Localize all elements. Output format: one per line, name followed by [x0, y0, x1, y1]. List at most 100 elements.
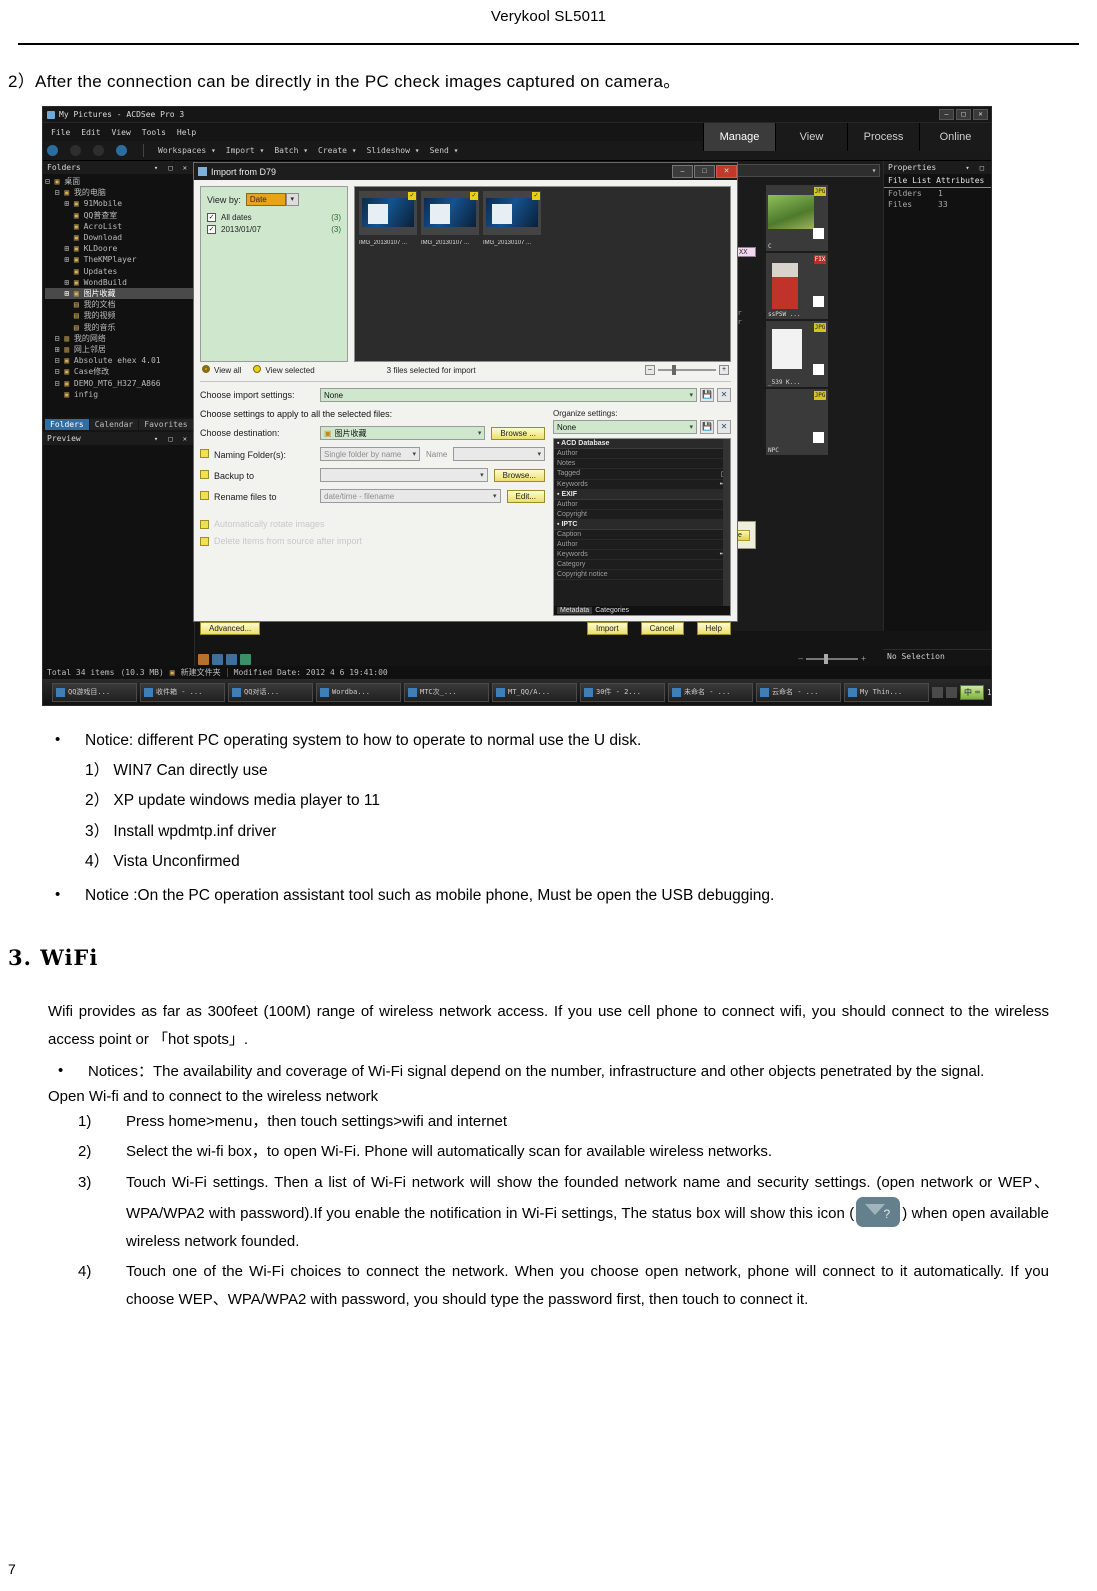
radio-icon[interactable] — [253, 365, 262, 373]
panel-tab-folders[interactable]: Folders — [45, 418, 89, 430]
menu-tools[interactable]: Tools — [142, 128, 166, 137]
tree-item[interactable]: ▤ 我的音乐 — [45, 322, 194, 333]
filter-all-dates[interactable]: ✓ All dates (3) — [207, 213, 341, 222]
tree-item[interactable]: ▣ Updates — [45, 266, 194, 277]
menu-view[interactable]: View — [112, 128, 131, 137]
tree-item[interactable]: ⊞ ▣ TheKMPlayer — [45, 254, 194, 265]
folders-panel-tabs[interactable]: Folders Calendar Favorites — [43, 417, 194, 431]
thumbnail-item[interactable]: JPG NPC — [766, 389, 828, 455]
rename-select[interactable]: date/time - filename ▾ — [320, 489, 501, 503]
metadata-group[interactable]: EXIF — [554, 490, 730, 500]
scrollbar[interactable] — [723, 439, 730, 615]
menu-help[interactable]: Help — [177, 128, 196, 137]
zoom-in-button[interactable]: + — [719, 365, 729, 375]
tree-item[interactable]: ⊞ ▥ 网上邻居 — [45, 344, 194, 355]
thumbnail-view-icon[interactable] — [198, 654, 209, 665]
thumbnail-item[interactable]: JPG _539 K... — [766, 321, 828, 387]
panel-controls-icon[interactable]: ▾ □ — [965, 164, 987, 172]
metadata-row[interactable]: Notes — [554, 459, 730, 469]
maximize-button[interactable]: □ — [694, 165, 715, 178]
view-selected-radio[interactable]: View selected — [253, 365, 315, 375]
tree-item[interactable]: ⊟ ▣ Absolute ehex 4.01 — [45, 355, 194, 366]
browse-backup-button[interactable]: Browse... — [493, 468, 545, 482]
toolbar-batch[interactable]: Batch ▾ — [274, 146, 308, 155]
naming-select[interactable]: Single folder by name ▾ — [320, 447, 420, 461]
tray-icon[interactable] — [932, 686, 943, 698]
tree-item[interactable]: ⊟ ▥ 我的网络 — [45, 333, 194, 344]
toolbar-slideshow[interactable]: Slideshow ▾ — [367, 146, 420, 155]
minimize-button[interactable]: – — [939, 109, 954, 120]
maximize-button[interactable]: □ — [956, 109, 971, 120]
menu-file[interactable]: File — [51, 128, 70, 137]
auto-rotate-row[interactable]: ✓ Automatically rotate images — [200, 519, 545, 529]
metadata-group[interactable]: IPTC — [554, 520, 730, 530]
import-window-controls[interactable]: – □ ✕ — [671, 165, 737, 178]
tree-item[interactable]: ⊞ ▣ 91Mobile — [45, 198, 194, 209]
name-input[interactable]: ▾ — [453, 447, 545, 461]
menu-edit[interactable]: Edit — [81, 128, 100, 137]
view-mode-toolstrip[interactable] — [198, 654, 251, 665]
app-menubar[interactable]: File Edit View Tools Help Manage View Pr… — [43, 123, 991, 151]
delete-organize-button[interactable]: ✕ — [717, 420, 731, 434]
metadata-row[interactable]: Keywords••• — [554, 550, 730, 560]
taskbar-item[interactable]: QQ对话... — [228, 682, 313, 702]
zoom-control[interactable]: – + — [798, 653, 866, 664]
thumbnail-item[interactable]: JPG C — [766, 185, 828, 251]
folder-tree[interactable]: ⊟ ▣ 桌面 ⊟ ▣ 我的电脑 ⊞ ▣ 91Mobile ▣ QQ普查室 ▣ A… — [43, 174, 194, 400]
chevron-down-icon[interactable]: ▾ — [689, 423, 693, 431]
thumbnail-item[interactable]: FIX ssPSW ... — [766, 253, 828, 319]
tab-view[interactable]: View — [775, 123, 847, 151]
zoom-slider[interactable]: – + — [645, 365, 729, 375]
chevron-down-icon[interactable]: ▾ — [412, 450, 416, 458]
checkbox-icon[interactable]: ✓ — [207, 225, 216, 234]
ime-keyboard-icon[interactable]: ⌨ — [975, 688, 980, 697]
metadata-row[interactable]: Author — [554, 540, 730, 550]
zoom-in-icon[interactable]: + — [861, 654, 866, 663]
import-thumbnail[interactable]: ✓ IMG_20130107 ... — [421, 191, 479, 246]
tab-metadata[interactable]: Metadata — [557, 607, 593, 614]
chevron-down-icon[interactable]: ▾ — [285, 193, 299, 206]
up-icon[interactable] — [116, 145, 127, 156]
tree-item[interactable]: ▤ 我的文档 — [45, 299, 194, 310]
thumbnail-column[interactable]: JPG C FIX ssPSW ... JPG _539 K... JPG NP… — [766, 185, 828, 457]
tree-item[interactable]: ▣ infig — [45, 389, 194, 400]
checkbox-icon[interactable]: ✓ — [470, 192, 478, 200]
close-button[interactable]: ✕ — [716, 165, 737, 178]
tree-item-selected[interactable]: ⊞ ▣ 图片收藏 — [45, 288, 194, 300]
toolbar-workspaces[interactable]: Workspaces ▾ — [158, 146, 216, 155]
metadata-row[interactable]: Copyright notice — [554, 570, 730, 580]
chevron-down-icon[interactable]: ▾ — [493, 492, 497, 500]
metadata-row[interactable]: Copyright — [554, 510, 730, 520]
checkbox-icon[interactable] — [200, 448, 209, 458]
checkbox-icon[interactable] — [200, 536, 209, 546]
chevron-down-icon[interactable]: ▾ — [478, 429, 482, 437]
metadata-tab-bar[interactable]: Metadata Categories — [554, 606, 730, 615]
tab-process[interactable]: Process — [847, 123, 919, 151]
panel-tab-favorites[interactable]: Favorites — [139, 418, 193, 430]
filmstrip-view-icon[interactable] — [212, 654, 223, 665]
import-thumbnail[interactable]: ✓ IMG_20130107 ... — [359, 191, 417, 246]
panel-controls-icon[interactable]: ▾ □ ✕ — [154, 164, 190, 172]
taskbar-item[interactable]: My Thin... — [844, 682, 929, 702]
metadata-panel[interactable]: ACD Database Author Notes Tagged▢ Keywor… — [553, 438, 731, 616]
import-thumbnail-grid[interactable]: ✓ IMG_20130107 ... ✓ IMG_20130107 ... ✓ … — [354, 186, 731, 362]
metadata-row[interactable]: Caption — [554, 530, 730, 540]
tab-online[interactable]: Online — [919, 123, 991, 151]
metadata-row[interactable]: Author — [554, 449, 730, 459]
import-button[interactable]: Import — [586, 622, 628, 635]
taskbar-item[interactable]: 云命名 - ... — [756, 682, 841, 702]
view-all-radio[interactable]: View all — [202, 365, 241, 375]
taskbar-item[interactable]: MT_QQ/A... — [492, 682, 577, 702]
tab-manage[interactable]: Manage — [703, 123, 775, 151]
import-settings-select[interactable]: None ▾ — [320, 388, 697, 402]
checkbox-icon[interactable]: ✓ — [408, 192, 416, 200]
edit-rename-button[interactable]: Edit... — [506, 489, 545, 503]
tree-item[interactable]: ⊟ ▣ Case修改 — [45, 366, 194, 377]
system-tray[interactable]: 中 ⌨ 14:40 — [932, 684, 991, 700]
tree-item[interactable]: ⊟ ▣ 我的电脑 — [45, 187, 194, 198]
taskbar-item[interactable]: 收件箱 - ... — [140, 682, 225, 702]
taskbar-item[interactable]: Wordba... — [316, 682, 401, 702]
ime-indicator[interactable]: 中 ⌨ — [960, 684, 984, 700]
windows-taskbar[interactable]: QQ游戏目... 收件箱 - ... QQ对话... Wordba... MTC… — [43, 679, 991, 705]
chevron-down-icon[interactable]: ▾ — [689, 391, 693, 399]
